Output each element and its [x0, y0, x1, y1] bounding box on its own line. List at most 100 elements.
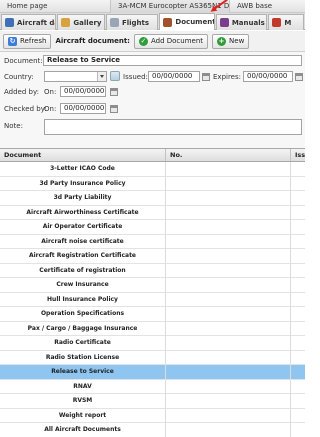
- table-row[interactable]: 3d Party Insurance Policy: [0, 176, 305, 191]
- table-row[interactable]: 3d Party Liability: [0, 191, 305, 206]
- document-cell: 3d Party Insurance Policy: [0, 176, 166, 191]
- table-row[interactable]: Crew Insurance: [0, 278, 305, 293]
- new-label: New: [229, 37, 245, 45]
- country-select[interactable]: [44, 71, 107, 82]
- window-tab-bar: Home page 3A-MCM Eurocopter AS365N1 Daup…: [0, 0, 305, 13]
- table-row[interactable]: Aircraft noise certificate: [0, 234, 305, 249]
- number-cell: [166, 423, 291, 437]
- table-row[interactable]: Release to Service: [0, 365, 305, 380]
- table-row[interactable]: 3-Letter ICAO Code: [0, 162, 305, 177]
- expires-label: Expires:: [213, 73, 241, 81]
- table-row[interactable]: RNAV: [0, 379, 305, 394]
- table-row[interactable]: Aircraft Airworthiness Certificate: [0, 205, 305, 220]
- calendar-icon[interactable]: [110, 88, 118, 96]
- number-cell: [166, 408, 291, 423]
- added-on-label: On:: [44, 88, 57, 96]
- tab-flights[interactable]: Flights: [105, 14, 159, 30]
- document-cell: Aircraft Registration Certificate: [0, 249, 166, 263]
- calendar-icon[interactable]: [295, 73, 303, 81]
- document-form: Document: Release to Service Country: Is…: [0, 52, 305, 148]
- country-label: Country:: [4, 73, 34, 81]
- calendar-icon[interactable]: [110, 105, 118, 113]
- grid-header: Document No. Iss: [0, 149, 305, 162]
- number-cell: [166, 350, 291, 365]
- chevron-down-icon: [97, 72, 106, 81]
- number-cell: [166, 191, 291, 205]
- document-cell: Radio Station License: [0, 350, 166, 365]
- document-cell: RNAV: [0, 379, 166, 394]
- add-document-button[interactable]: ✓ Add Document: [133, 33, 209, 49]
- table-row[interactable]: All Aircraft Documents: [0, 423, 305, 437]
- issued-cell: [291, 307, 305, 321]
- table-row[interactable]: Radio Certificate: [0, 336, 305, 351]
- table-row[interactable]: Radio Station License: [0, 350, 305, 365]
- window-tab-home[interactable]: Home page: [0, 0, 110, 13]
- window-tab-awb-base[interactable]: AWB base: [230, 0, 305, 13]
- number-cell: [166, 249, 291, 263]
- manuals-icon: [219, 18, 229, 27]
- expires-date-field[interactable]: 00/00/0000: [243, 71, 293, 82]
- column-header-number[interactable]: No.: [166, 149, 291, 161]
- issued-cell: [291, 423, 305, 437]
- document-field[interactable]: Release to Service: [43, 55, 302, 66]
- issued-label: Issued:: [123, 73, 148, 81]
- tab-label: Flights: [121, 18, 150, 27]
- tab-documents[interactable]: Documents: [159, 13, 215, 30]
- issued-cell: [291, 206, 305, 220]
- document-cell: Aircraft noise certificate: [0, 234, 166, 249]
- table-row[interactable]: Certificate of registration: [0, 263, 305, 278]
- note-field[interactable]: [44, 119, 302, 135]
- new-button[interactable]: + New: [212, 33, 250, 49]
- main-tab-bar: Aircraft data Gallery Flights Documents …: [0, 13, 305, 30]
- issued-cell: [291, 322, 305, 336]
- close-icon: [272, 18, 282, 27]
- document-cell: All Aircraft Documents: [0, 423, 166, 437]
- issued-cell: [291, 380, 305, 394]
- checked-on-label: On:: [44, 105, 57, 113]
- number-cell: [166, 307, 291, 321]
- table-row[interactable]: RVSM: [0, 394, 305, 409]
- tab-aircraft-data[interactable]: Aircraft data: [1, 14, 57, 30]
- checked-on-date-field[interactable]: 00/00/0000: [60, 103, 106, 114]
- tab-label: Gallery: [73, 18, 102, 27]
- number-cell: [166, 263, 291, 278]
- issued-cell: [291, 351, 305, 365]
- column-header-document[interactable]: Document: [0, 149, 166, 161]
- refresh-label: Refresh: [20, 37, 47, 45]
- documents-grid: Document No. Iss 3-Letter ICAO Code 3d Pa…: [0, 148, 305, 437]
- issued-cell: [291, 264, 305, 278]
- issued-cell: [291, 162, 305, 176]
- table-row[interactable]: Air Operator Certificate: [0, 220, 305, 235]
- document-cell: Radio Certificate: [0, 336, 166, 350]
- number-cell: [166, 321, 291, 336]
- table-row[interactable]: Operation Specifications: [0, 307, 305, 322]
- issued-cell: [291, 409, 305, 423]
- refresh-button[interactable]: ↻ Refresh: [3, 33, 52, 49]
- document-cell: 3-Letter ICAO Code: [0, 162, 166, 176]
- issued-date-field[interactable]: 00/00/0000: [148, 71, 200, 82]
- tab-manuals[interactable]: Manuals: [215, 14, 268, 30]
- issued-cell: [291, 336, 305, 350]
- tab-label: Documents: [175, 18, 213, 26]
- table-row[interactable]: Weight report: [0, 408, 305, 423]
- calendar-icon[interactable]: [202, 73, 210, 81]
- added-on-date-field[interactable]: 00/00/0000: [60, 86, 106, 97]
- refresh-icon: ↻: [8, 36, 17, 46]
- table-row[interactable]: Aircraft Registration Certificate: [0, 249, 305, 264]
- table-row[interactable]: Pax / Cargo / Baggage Insurance: [0, 321, 305, 336]
- tab-more[interactable]: M: [268, 14, 304, 30]
- issued-cell: [291, 293, 305, 307]
- tab-gallery[interactable]: Gallery: [57, 14, 105, 30]
- documents-icon: [163, 17, 173, 27]
- note-label: Note:: [4, 122, 23, 130]
- column-header-issued[interactable]: Iss: [291, 149, 305, 161]
- country-lookup-icon[interactable]: [110, 71, 120, 81]
- table-row[interactable]: Hull Insurance Policy: [0, 292, 305, 307]
- document-cell: Release to Service: [0, 365, 166, 379]
- number-cell: [166, 220, 291, 234]
- issued-cell: [291, 177, 305, 191]
- aircraft-icon: [5, 18, 14, 27]
- gallery-icon: [61, 18, 71, 27]
- issued-cell: [291, 365, 305, 379]
- tab-label: Manuals: [231, 18, 265, 27]
